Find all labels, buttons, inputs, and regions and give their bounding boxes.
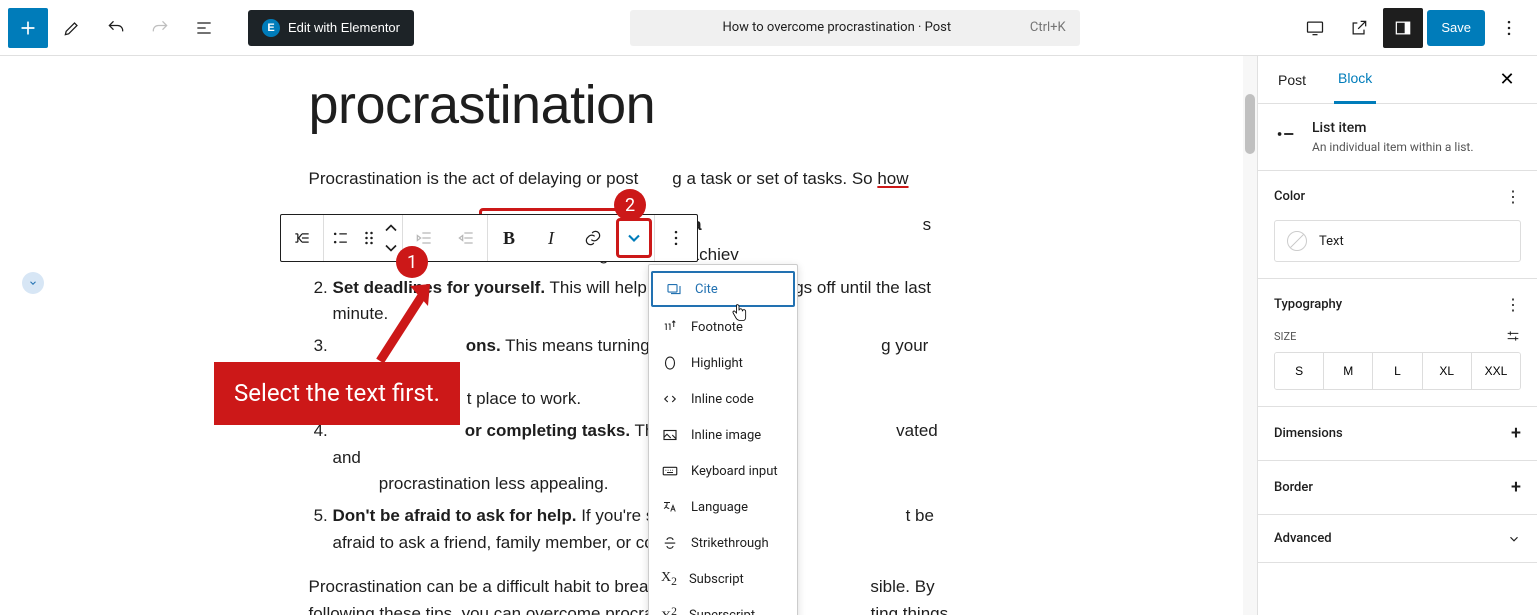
settings-panel-toggle[interactable] (1383, 8, 1423, 48)
list-style-button[interactable] (324, 215, 358, 261)
link-button[interactable] (572, 215, 614, 261)
add-block-button[interactable] (8, 8, 48, 48)
more-rich-text-button[interactable] (616, 218, 652, 258)
command-shortcut: Ctrl+K (1030, 20, 1066, 35)
options-menu-button[interactable] (1489, 8, 1529, 48)
dropdown-item-inline-image[interactable]: Inline image (649, 417, 797, 453)
dropdown-item-subscript[interactable]: X2 Subscript (649, 561, 797, 597)
top-toolbar: E Edit with Elementor How to overcome pr… (0, 0, 1537, 56)
elementor-icon: E (262, 19, 280, 37)
block-toolbar: B I (280, 214, 698, 262)
annotation-badge-1: 1 (396, 246, 428, 278)
open-external-button[interactable] (1339, 8, 1379, 48)
typography-panel: Typography ⋮ SIZE S M L XL XXL (1258, 279, 1537, 407)
rich-text-dropdown: Cite Footnote Highlight Inline code Inli… (648, 264, 798, 615)
dropdown-item-language[interactable]: Language (649, 489, 797, 525)
undo-button[interactable] (96, 8, 136, 48)
sidebar-tabs: Post Block ✕ (1258, 56, 1537, 104)
dropdown-item-keyboard-input[interactable]: Keyboard input (649, 453, 797, 489)
size-settings-icon[interactable] (1505, 328, 1521, 344)
color-options-button[interactable]: ⋮ (1505, 187, 1521, 206)
tab-post[interactable]: Post (1274, 56, 1310, 104)
subscript-icon: X2 (661, 570, 677, 588)
dropdown-item-inline-code[interactable]: Inline code (649, 381, 797, 417)
italic-button[interactable]: I (530, 215, 572, 261)
size-l[interactable]: L (1373, 353, 1422, 389)
view-desktop-button[interactable] (1295, 8, 1335, 48)
color-heading: Color (1274, 189, 1305, 204)
color-panel: Color ⋮ Text (1258, 171, 1537, 279)
dropdown-item-highlight[interactable]: Highlight (649, 345, 797, 381)
dimensions-panel[interactable]: Dimensions+ (1258, 407, 1537, 461)
plus-icon: + (1511, 423, 1521, 444)
superscript-icon: X2 (661, 605, 677, 615)
dropdown-item-cite[interactable]: Cite (651, 271, 795, 307)
outro-paragraph-1[interactable]: Procrastination can be a difficult habit… (309, 574, 949, 615)
settings-sidebar: Post Block ✕ List item An individual ite… (1257, 56, 1537, 615)
annotation-arrow-icon (370, 276, 440, 366)
document-title-bar[interactable]: How to overcome procrastination · Post C… (630, 10, 1080, 46)
redo-button[interactable] (140, 8, 180, 48)
advanced-panel[interactable]: Advanced (1258, 515, 1537, 563)
size-s[interactable]: S (1275, 353, 1324, 389)
editor-scrollbar[interactable] (1243, 56, 1257, 615)
close-sidebar-button[interactable]: ✕ (1493, 66, 1521, 94)
bold-button[interactable]: B (488, 215, 530, 261)
block-title: List item (1312, 120, 1474, 136)
border-panel[interactable]: Border+ (1258, 461, 1537, 515)
post-heading[interactable]: procrastination (309, 64, 949, 148)
text-color-label: Text (1319, 234, 1344, 249)
typography-options-button[interactable]: ⋮ (1505, 295, 1521, 314)
typography-heading: Typography (1274, 297, 1342, 312)
save-button[interactable]: Save (1427, 10, 1485, 46)
block-description: An individual item within a list. (1312, 140, 1474, 154)
annotation-badge-2: 2 (614, 189, 646, 221)
intro-link[interactable]: how (877, 169, 908, 188)
text-color-control[interactable]: Text (1274, 220, 1521, 262)
elementor-label: Edit with Elementor (288, 20, 400, 35)
document-title: How to overcome procrastination · Post (722, 20, 951, 35)
dropdown-item-footnote[interactable]: Footnote (649, 309, 797, 345)
annotation-callout: Select the text first. (214, 362, 460, 425)
dropdown-item-strikethrough[interactable]: Strikethrough (649, 525, 797, 561)
color-swatch-icon (1287, 231, 1307, 251)
indent-button[interactable] (445, 215, 487, 261)
drag-handle[interactable] (358, 215, 380, 261)
block-inserter-handle[interactable] (22, 272, 44, 294)
editor-canvas: procrastination Procrastination is the a… (0, 56, 1257, 615)
edit-tool-button[interactable] (52, 8, 92, 48)
edit-with-elementor-button[interactable]: E Edit with Elementor (248, 10, 414, 46)
size-xxl[interactable]: XXL (1472, 353, 1520, 389)
main-area: procrastination Procrastination is the a… (0, 56, 1537, 615)
block-info-section: List item An individual item within a li… (1258, 104, 1537, 171)
size-xl[interactable]: XL (1423, 353, 1472, 389)
size-m[interactable]: M (1324, 353, 1373, 389)
dropdown-item-superscript[interactable]: X2 Superscript (649, 597, 797, 615)
cursor-pointer-icon (729, 302, 749, 324)
document-overview-button[interactable] (184, 8, 224, 48)
plus-icon: + (1511, 477, 1521, 498)
size-button-group: S M L XL XXL (1274, 352, 1521, 390)
list-item[interactable]: Reward yourself for completing tasks. Th… (333, 418, 949, 497)
list-item[interactable]: Don't be afraid to ask for help. If you'… (333, 503, 949, 556)
chevron-down-icon (1507, 532, 1521, 546)
tab-block[interactable]: Block (1334, 56, 1376, 104)
block-type-button[interactable] (281, 215, 323, 261)
list-item-icon (1274, 122, 1298, 146)
size-label: SIZE (1274, 330, 1296, 343)
block-options-button[interactable] (655, 215, 697, 261)
